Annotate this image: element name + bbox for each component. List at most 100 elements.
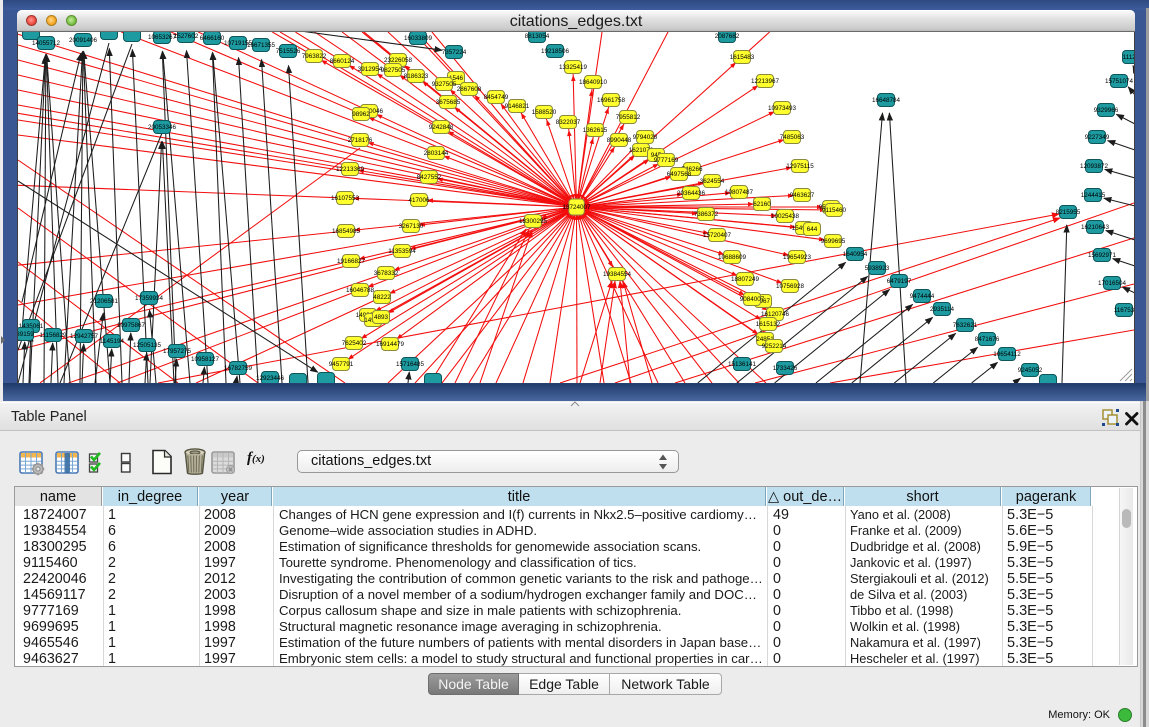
svg-text:2718176: 2718176 (348, 137, 373, 144)
svg-text:10973493: 10973493 (768, 105, 797, 112)
svg-text:9827505: 9827505 (381, 67, 406, 74)
svg-text:17359934: 17359934 (135, 295, 164, 302)
svg-text:7485063: 7485063 (780, 134, 805, 141)
svg-text:644: 644 (807, 226, 818, 233)
svg-text:10975867: 10975867 (117, 322, 146, 329)
svg-text:8322037: 8322037 (556, 119, 581, 126)
svg-text:14055712: 14055712 (32, 40, 61, 47)
svg-text:9115460: 9115460 (822, 207, 847, 214)
svg-text:98962: 98962 (352, 111, 370, 118)
svg-text:9227349: 9227349 (1085, 134, 1110, 141)
svg-text:15751074: 15751074 (1105, 78, 1134, 85)
svg-text:20364436: 20364436 (677, 190, 706, 197)
svg-text:39159: 39159 (18, 331, 34, 338)
svg-text:1640954: 1640954 (843, 251, 868, 258)
svg-text:1588520: 1588520 (532, 109, 557, 116)
svg-text:13325419: 13325419 (559, 64, 588, 71)
svg-text:18300295: 18300295 (519, 218, 548, 225)
svg-text:10807487: 10807487 (725, 189, 754, 196)
svg-text:1362615: 1362615 (583, 127, 608, 134)
svg-text:417006: 417006 (408, 197, 430, 204)
svg-text:9252214: 9252214 (762, 343, 787, 350)
svg-text:15720407: 15720407 (703, 232, 732, 239)
svg-text:17016504: 17016504 (1098, 280, 1127, 287)
svg-text:8186323: 8186323 (404, 73, 429, 80)
svg-text:3267130: 3267130 (399, 223, 424, 230)
svg-text:19654923: 19654923 (783, 254, 812, 261)
svg-text:20091406: 20091406 (69, 37, 98, 44)
svg-text:1145194: 1145194 (100, 338, 125, 345)
svg-text:12213967: 12213967 (751, 78, 780, 85)
svg-text:9457791: 9457791 (329, 361, 354, 368)
svg-text:16046788: 16046788 (346, 287, 375, 294)
svg-text:7632621: 7632621 (953, 322, 978, 329)
svg-text:10025438: 10025438 (771, 213, 800, 220)
svg-text:19218506: 19218506 (541, 48, 570, 55)
svg-text:12923446: 12923446 (256, 375, 285, 382)
svg-text:10958127: 10958127 (191, 356, 220, 363)
svg-text:1733426: 1733426 (773, 365, 798, 372)
svg-text:2087682: 2087682 (715, 33, 740, 40)
svg-text:3678332: 3678332 (374, 270, 399, 277)
svg-text:9777169: 9777169 (654, 157, 679, 164)
svg-text:19384554: 19384554 (603, 271, 632, 278)
svg-text:11353594: 11353594 (388, 248, 416, 255)
svg-text:6466160: 6466160 (200, 35, 225, 42)
svg-text:9245052: 9245052 (1018, 367, 1043, 374)
svg-text:12942757: 12942757 (70, 333, 99, 340)
svg-text:1615483: 1615483 (730, 54, 755, 61)
svg-text:20053346: 20053346 (148, 124, 177, 131)
svg-text:8215955: 8215955 (1056, 209, 1081, 216)
svg-text:16671355: 16671355 (247, 42, 276, 49)
svg-text:5938923: 5938923 (865, 265, 890, 272)
svg-text:12975115: 12975115 (786, 163, 814, 170)
svg-text:7963822: 7963822 (302, 53, 327, 60)
svg-text:10653267: 10653267 (148, 34, 177, 41)
svg-text:2803144: 2803144 (424, 150, 449, 157)
svg-text:48222: 48222 (373, 294, 391, 301)
svg-text:17957275: 17957275 (163, 348, 192, 355)
svg-text:11123: 11123 (1123, 54, 1134, 61)
svg-text:8454749: 8454749 (484, 94, 509, 101)
svg-text:16782759: 16782759 (224, 365, 253, 372)
svg-text:9699695: 9699695 (821, 238, 846, 245)
svg-text:9463627: 9463627 (790, 192, 815, 199)
svg-text:16210643: 16210643 (1081, 224, 1110, 231)
svg-text:16107553: 16107553 (331, 195, 360, 202)
svg-text:2867608: 2867608 (457, 86, 482, 93)
svg-text:9242848: 9242848 (429, 124, 454, 131)
svg-text:8427552: 8427552 (417, 174, 442, 181)
svg-text:16648784: 16648784 (872, 97, 901, 104)
svg-text:2935114: 2935114 (930, 306, 955, 313)
svg-text:9327505: 9327505 (432, 81, 457, 88)
svg-text:3675685: 3675685 (436, 99, 461, 106)
svg-text:9329966: 9329966 (1094, 107, 1119, 114)
svg-text:1615132: 1615132 (756, 321, 781, 328)
svg-text:9474444: 9474444 (910, 293, 935, 300)
svg-text:7357224: 7357224 (442, 49, 467, 56)
svg-text:12505135: 12505135 (133, 342, 162, 349)
svg-text:116753: 116753 (1114, 307, 1134, 314)
svg-text:6497568: 6497568 (667, 171, 692, 178)
svg-text:18724007: 18724007 (562, 204, 591, 211)
svg-text:7386372: 7386372 (694, 211, 719, 218)
svg-text:3912954: 3912954 (358, 66, 383, 73)
svg-text:18640910: 18640910 (579, 79, 608, 86)
svg-text:7515526: 7515526 (276, 48, 301, 55)
svg-text:8660124: 8660124 (330, 58, 355, 65)
svg-text:8471676: 8471676 (975, 336, 1000, 343)
svg-text:9794028: 9794028 (633, 134, 658, 141)
svg-text:7625402: 7625402 (342, 340, 367, 347)
svg-text:15716485: 15716485 (396, 361, 425, 368)
svg-text:16961758: 16961758 (597, 97, 626, 104)
svg-text:3624554: 3624554 (700, 178, 725, 185)
svg-text:16914479: 16914479 (376, 341, 405, 348)
svg-text:18807249: 18807249 (731, 276, 760, 283)
svg-text:21206581: 21206581 (90, 298, 119, 305)
svg-text:12093872: 12093872 (1080, 163, 1109, 170)
svg-text:7955812: 7955812 (616, 114, 641, 121)
svg-text:1244415: 1244415 (1081, 192, 1106, 199)
svg-text:6479197: 6479197 (887, 278, 912, 285)
svg-text:8990448: 8990448 (607, 137, 632, 144)
svg-text:9084007: 9084007 (740, 296, 765, 303)
